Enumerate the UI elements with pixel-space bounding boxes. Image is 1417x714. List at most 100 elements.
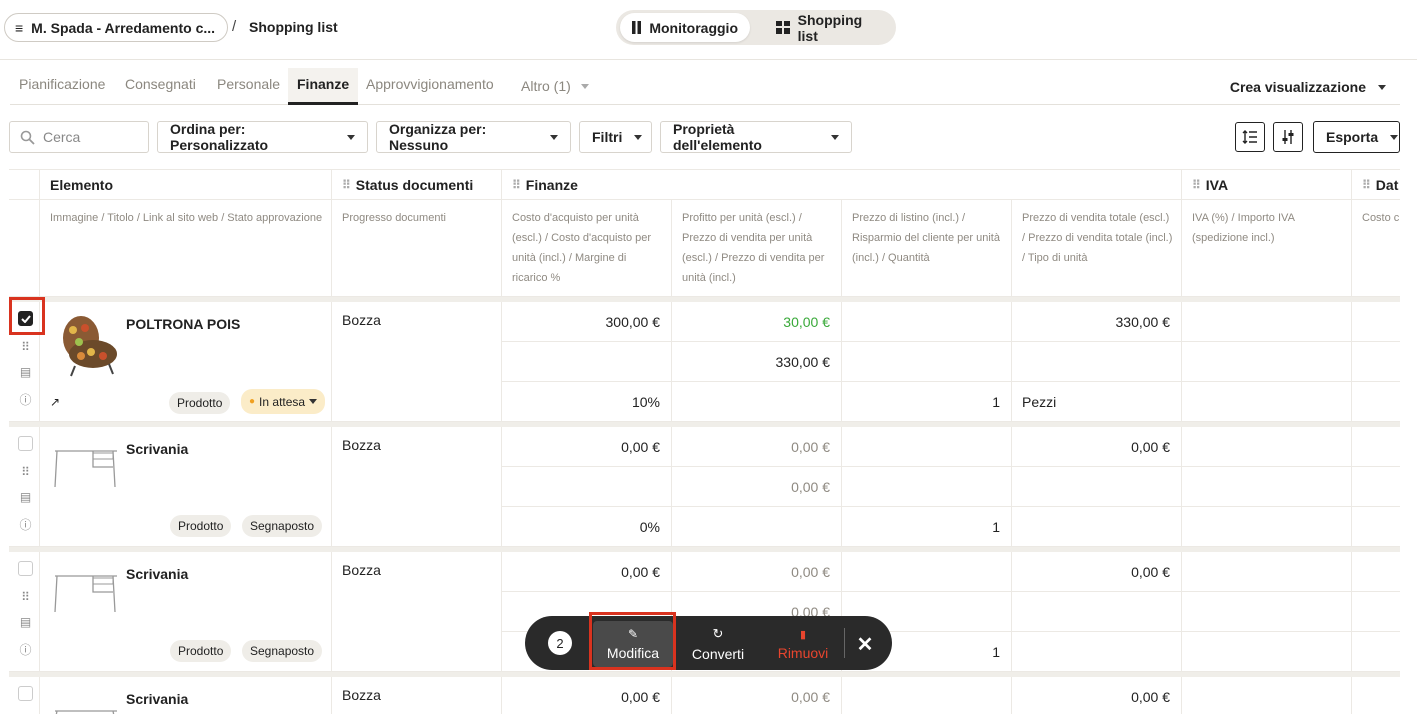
monitoraggio-toggle[interactable]: Monitoraggio — [620, 13, 750, 42]
date-cell[interactable] — [1352, 592, 1400, 632]
table-row[interactable]: Scrivania Bozza 0,00 € 0,00 € 0,00 € — [9, 677, 1400, 714]
date-cell[interactable] — [1352, 382, 1400, 422]
drag-handle-icon[interactable]: ⠿ — [18, 590, 33, 604]
date-cell[interactable] — [1352, 507, 1400, 547]
date-cell[interactable] — [1352, 427, 1400, 467]
list-price-cell[interactable] — [842, 302, 1012, 342]
date-cell[interactable] — [1352, 632, 1400, 672]
filters-dropdown[interactable]: Filtri — [579, 121, 652, 153]
status-cell[interactable]: Bozza — [332, 552, 502, 672]
total-incl-cell[interactable] — [1012, 342, 1182, 382]
table-row[interactable]: ⠿ ▤ ⓘ Scrivania Prodotto Segnaposto Bozz… — [9, 427, 1400, 547]
margin-cell[interactable]: 0% — [502, 507, 672, 547]
cost-cell[interactable]: 0,00 € — [502, 552, 672, 592]
date-cell[interactable] — [1352, 467, 1400, 507]
sale-price-cell[interactable]: 0,00 € — [672, 467, 842, 507]
sale-incl-cell[interactable] — [672, 507, 842, 547]
drag-handle-icon[interactable]: ⠿ — [18, 340, 33, 354]
tab-consegnati[interactable]: Consegnati — [116, 68, 205, 105]
total-cell[interactable]: 0,00 € — [1012, 552, 1182, 592]
approval-dropdown[interactable]: ● In attesa — [241, 389, 326, 414]
cost-incl-cell[interactable] — [502, 467, 672, 507]
external-link-icon[interactable]: ↗ — [50, 395, 60, 409]
unit-cell[interactable]: Pezzi — [1012, 382, 1182, 422]
settings-sliders-button[interactable] — [1273, 122, 1303, 152]
date-cell[interactable] — [1352, 552, 1400, 592]
status-cell[interactable]: Bozza — [332, 427, 502, 547]
type-badge[interactable]: Prodotto — [170, 515, 232, 537]
vat-cell[interactable] — [1182, 677, 1352, 714]
drag-handle-icon[interactable]: ⠿ — [512, 178, 521, 192]
status-cell[interactable]: Bozza — [332, 677, 502, 714]
drag-handle-icon[interactable]: ⠿ — [1192, 178, 1201, 192]
tab-approvvigionamento[interactable]: Approvvigionamento — [357, 68, 503, 105]
saving-cell[interactable] — [842, 467, 1012, 507]
list-price-cell[interactable] — [842, 427, 1012, 467]
tab-altro[interactable]: Altro (1) — [512, 68, 598, 105]
drag-handle-icon[interactable]: ⠿ — [18, 465, 33, 479]
row-height-button[interactable] — [1235, 122, 1265, 152]
tab-pianificazione[interactable]: Pianificazione — [10, 68, 114, 105]
approval-badge[interactable]: Segnaposto — [242, 515, 323, 537]
date-cell[interactable] — [1352, 302, 1400, 342]
remove-button[interactable]: ▮ Rimuovi — [768, 621, 838, 667]
profit-cell[interactable]: 0,00 € — [672, 427, 842, 467]
quantity-cell[interactable]: 1 — [842, 382, 1012, 422]
column-header-date[interactable]: ⠿ Dat — [1352, 169, 1400, 200]
vat-cell[interactable] — [1182, 427, 1352, 467]
column-header-vat[interactable]: ⠿ IVA — [1182, 169, 1352, 200]
table-row[interactable]: ⠿ ▤ ⓘ POLTRONA POIS ↗ Prodotto ● In attes… — [9, 302, 1400, 422]
column-header-finance[interactable]: ⠿ Finanze — [502, 169, 1182, 200]
breadcrumb[interactable]: Shopping list — [249, 19, 338, 35]
date-cell[interactable] — [1352, 677, 1400, 714]
cost-cell[interactable]: 300,00 € — [502, 302, 672, 342]
trash-icon[interactable]: ▤ — [18, 615, 33, 629]
type-badge[interactable]: Prodotto — [170, 640, 232, 662]
export-dropdown[interactable]: Esporta — [1313, 121, 1400, 153]
list-price-cell[interactable] — [842, 677, 1012, 714]
date-cell[interactable] — [1352, 342, 1400, 382]
unit-cell[interactable] — [1012, 507, 1182, 547]
vat-cell[interactable] — [1182, 552, 1352, 592]
close-icon[interactable]: ✕ — [851, 621, 879, 667]
saving-cell[interactable] — [842, 342, 1012, 382]
approval-badge[interactable]: Segnaposto — [242, 640, 323, 662]
column-header-element[interactable]: Elemento — [40, 169, 332, 200]
create-view-button[interactable]: Crea visualizzazione — [1230, 79, 1386, 95]
total-cell[interactable]: 0,00 € — [1012, 677, 1182, 714]
project-selector[interactable]: ≡ M. Spada - Arredamento c... — [4, 13, 229, 42]
shopping-list-toggle[interactable]: Shopping list — [764, 12, 896, 44]
row-checkbox[interactable] — [18, 561, 33, 576]
drag-handle-icon[interactable]: ⠿ — [1362, 178, 1371, 192]
column-header-status[interactable]: ⠿ Status documenti — [332, 169, 502, 200]
total-cell[interactable]: 330,00 € — [1012, 302, 1182, 342]
cost-cell[interactable]: 0,00 € — [502, 677, 672, 714]
vat-amount-cell[interactable] — [1182, 342, 1352, 382]
vat-cell[interactable] — [1182, 632, 1352, 672]
vat-cell[interactable] — [1182, 382, 1352, 422]
vat-amount-cell[interactable] — [1182, 592, 1352, 632]
profit-cell[interactable]: 0,00 € — [672, 552, 842, 592]
trash-icon[interactable]: ▤ — [18, 365, 33, 379]
element-title[interactable]: Scrivania — [126, 441, 188, 457]
properties-dropdown[interactable]: Proprietà dell'elemento — [660, 121, 852, 153]
list-price-cell[interactable] — [842, 552, 1012, 592]
cost-cell[interactable]: 0,00 € — [502, 427, 672, 467]
type-badge[interactable]: Prodotto — [169, 392, 231, 414]
sort-dropdown[interactable]: Ordina per: Personalizzato — [157, 121, 368, 153]
total-cell[interactable]: 0,00 € — [1012, 427, 1182, 467]
vat-amount-cell[interactable] — [1182, 467, 1352, 507]
profit-cell[interactable]: 0,00 € — [672, 677, 842, 714]
sale-price-cell[interactable]: 330,00 € — [672, 342, 842, 382]
row-checkbox[interactable] — [18, 686, 33, 701]
row-checkbox[interactable] — [18, 436, 33, 451]
group-dropdown[interactable]: Organizza per: Nessuno — [376, 121, 571, 153]
convert-button[interactable]: ↻ Converti — [683, 621, 753, 667]
trash-icon[interactable]: ▤ — [18, 490, 33, 504]
total-incl-cell[interactable] — [1012, 592, 1182, 632]
info-icon[interactable]: ⓘ — [18, 641, 33, 658]
search-input[interactable]: Cerca — [9, 121, 149, 153]
info-icon[interactable]: ⓘ — [18, 516, 33, 533]
element-title[interactable]: POLTRONA POIS — [126, 316, 240, 332]
quantity-cell[interactable]: 1 — [842, 507, 1012, 547]
